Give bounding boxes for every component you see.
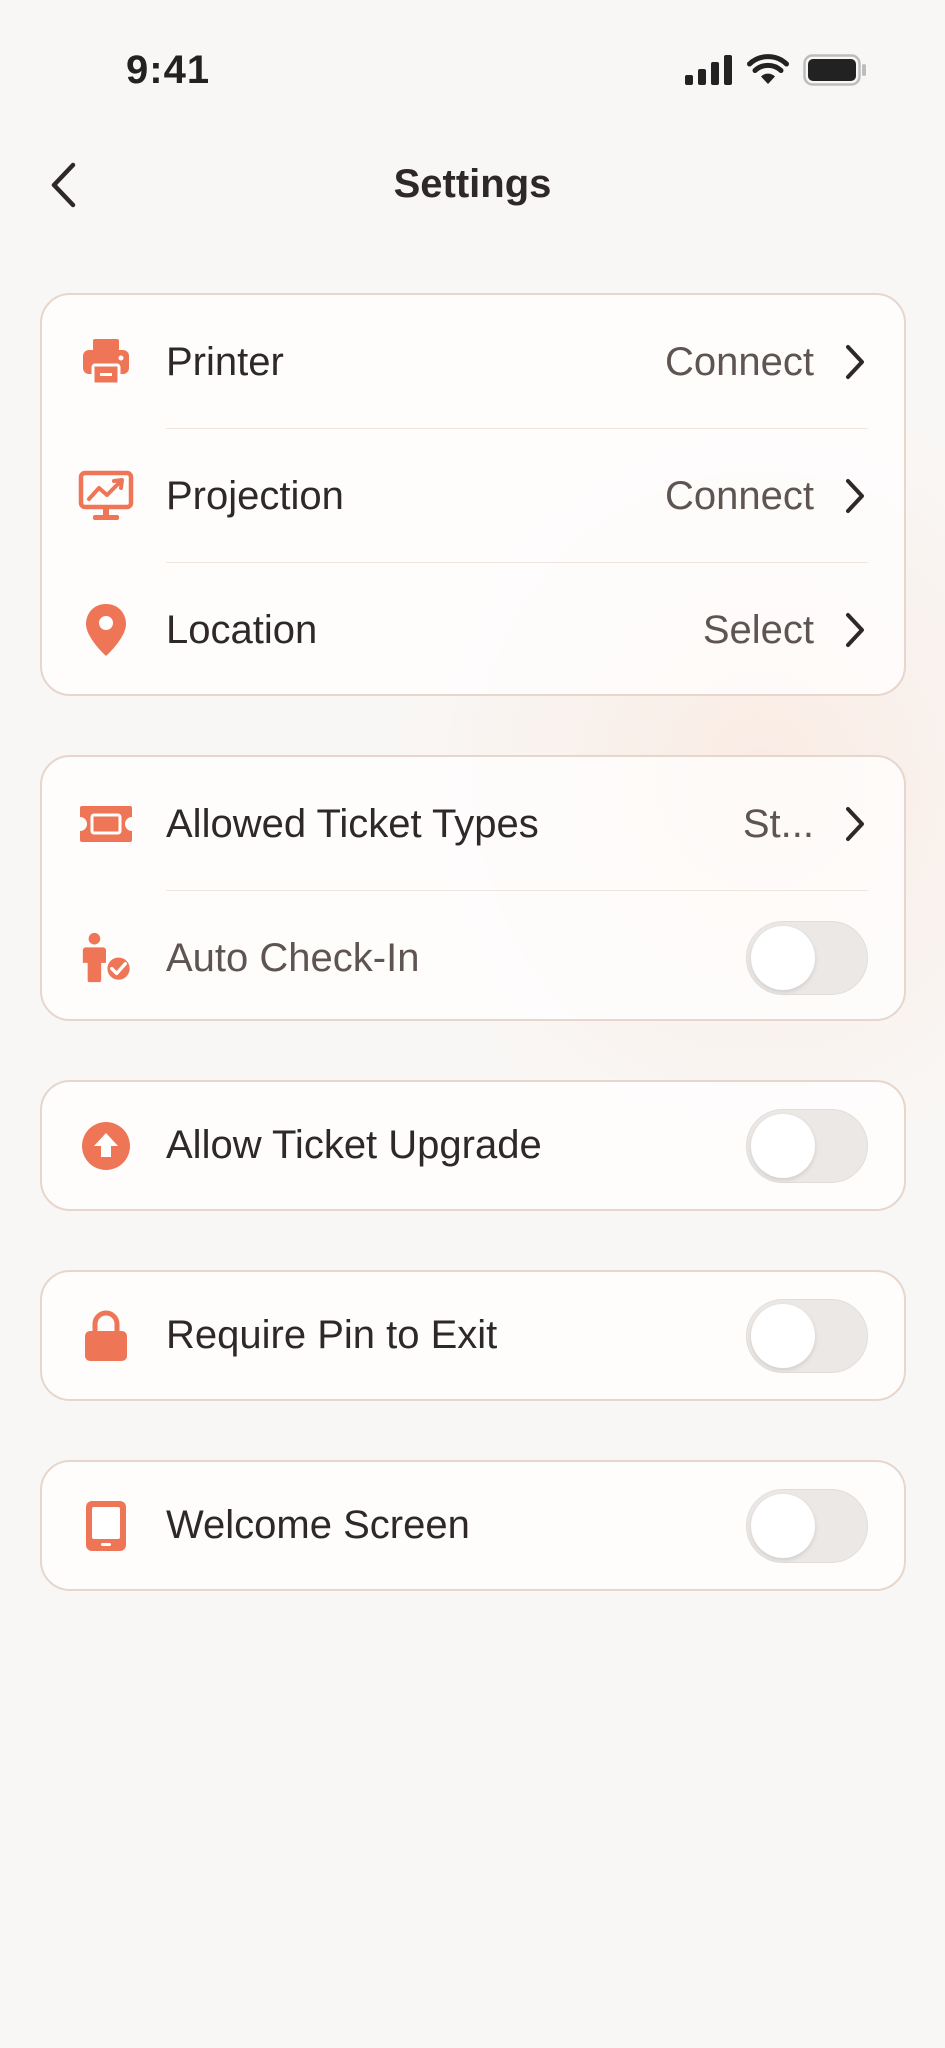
- row-label: Allow Ticket Upgrade: [166, 1123, 542, 1167]
- require-pin-row: Require Pin to Exit: [42, 1272, 904, 1399]
- upgrade-arrow-icon: [78, 1118, 134, 1174]
- ticket-icon: [78, 796, 134, 852]
- row-value: Select: [702, 607, 814, 652]
- allowed-ticket-types-row[interactable]: Allowed Ticket Types St...: [42, 757, 904, 891]
- row-value: Connect: [665, 339, 814, 384]
- row-label: Allowed Ticket Types: [166, 801, 539, 846]
- allow-ticket-upgrade-row: Allow Ticket Upgrade: [42, 1082, 904, 1209]
- projection-icon: [78, 468, 134, 524]
- settings-group-upgrade: Allow Ticket Upgrade: [40, 1080, 906, 1211]
- settings-group-devices: Printer Connect Projection Connect Locat…: [40, 293, 906, 696]
- person-check-icon: [78, 930, 134, 986]
- chevron-right-icon: [840, 804, 870, 844]
- lock-icon: [78, 1308, 134, 1364]
- nav-bar: Settings: [0, 140, 945, 230]
- location-row[interactable]: Location Select: [42, 563, 904, 697]
- row-value: St...: [742, 801, 814, 846]
- status-bar: 9:41: [0, 0, 945, 140]
- printer-row[interactable]: Printer Connect: [42, 295, 904, 429]
- status-icons: [685, 54, 867, 86]
- row-label: Require Pin to Exit: [166, 1313, 498, 1357]
- settings-group-tickets: Allowed Ticket Types St... Auto Check-In: [40, 755, 906, 1021]
- require-pin-toggle[interactable]: [746, 1298, 868, 1373]
- cellular-signal-icon: [685, 55, 732, 85]
- wifi-icon: [747, 54, 789, 84]
- status-time: 9:41: [126, 48, 211, 92]
- battery-icon: [803, 54, 866, 86]
- chevron-right-icon: [840, 476, 870, 516]
- row-label: Location: [166, 607, 318, 652]
- row-label: Welcome Screen: [166, 1503, 470, 1547]
- settings-group-security: Require Pin to Exit: [40, 1270, 906, 1401]
- auto-check-in-toggle[interactable]: [746, 921, 868, 995]
- projection-row[interactable]: Projection Connect: [42, 429, 904, 563]
- location-pin-icon: [78, 602, 134, 658]
- settings-group-display: Welcome Screen: [40, 1460, 906, 1591]
- printer-icon: [78, 334, 134, 390]
- welcome-screen-toggle[interactable]: [746, 1488, 868, 1563]
- welcome-screen-row: Welcome Screen: [42, 1462, 904, 1589]
- toggle-knob: [751, 1493, 815, 1558]
- row-value: Connect: [665, 473, 814, 518]
- tablet-icon: [78, 1498, 134, 1554]
- auto-check-in-row: Auto Check-In: [42, 891, 904, 1025]
- page-title: Settings: [393, 162, 552, 206]
- toggle-knob: [751, 1113, 815, 1178]
- allow-ticket-upgrade-toggle[interactable]: [746, 1108, 868, 1183]
- row-label: Auto Check-In: [166, 935, 420, 980]
- chevron-right-icon: [840, 610, 870, 650]
- row-label: Projection: [166, 473, 344, 518]
- row-label: Printer: [166, 339, 284, 384]
- toggle-knob: [751, 1303, 815, 1368]
- toggle-knob: [751, 926, 815, 990]
- chevron-right-icon: [840, 342, 870, 382]
